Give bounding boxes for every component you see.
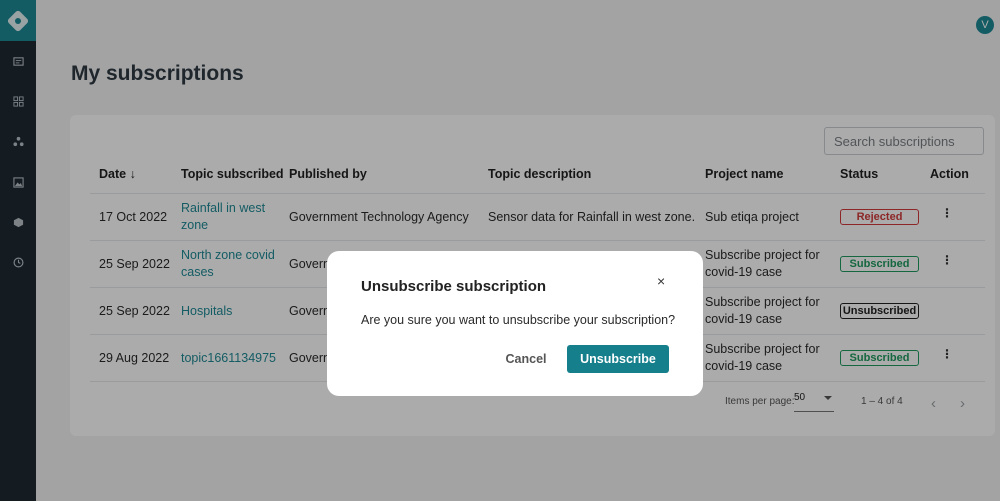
dialog-title: Unsubscribe subscription xyxy=(361,278,547,295)
close-icon[interactable]: × xyxy=(657,273,665,289)
unsubscribe-button[interactable]: Unsubscribe xyxy=(567,345,669,373)
cancel-button[interactable]: Cancel xyxy=(495,345,557,373)
unsubscribe-dialog: Unsubscribe subscription × Are you sure … xyxy=(327,251,703,396)
dialog-message: Are you sure you want to unsubscribe you… xyxy=(361,313,676,327)
